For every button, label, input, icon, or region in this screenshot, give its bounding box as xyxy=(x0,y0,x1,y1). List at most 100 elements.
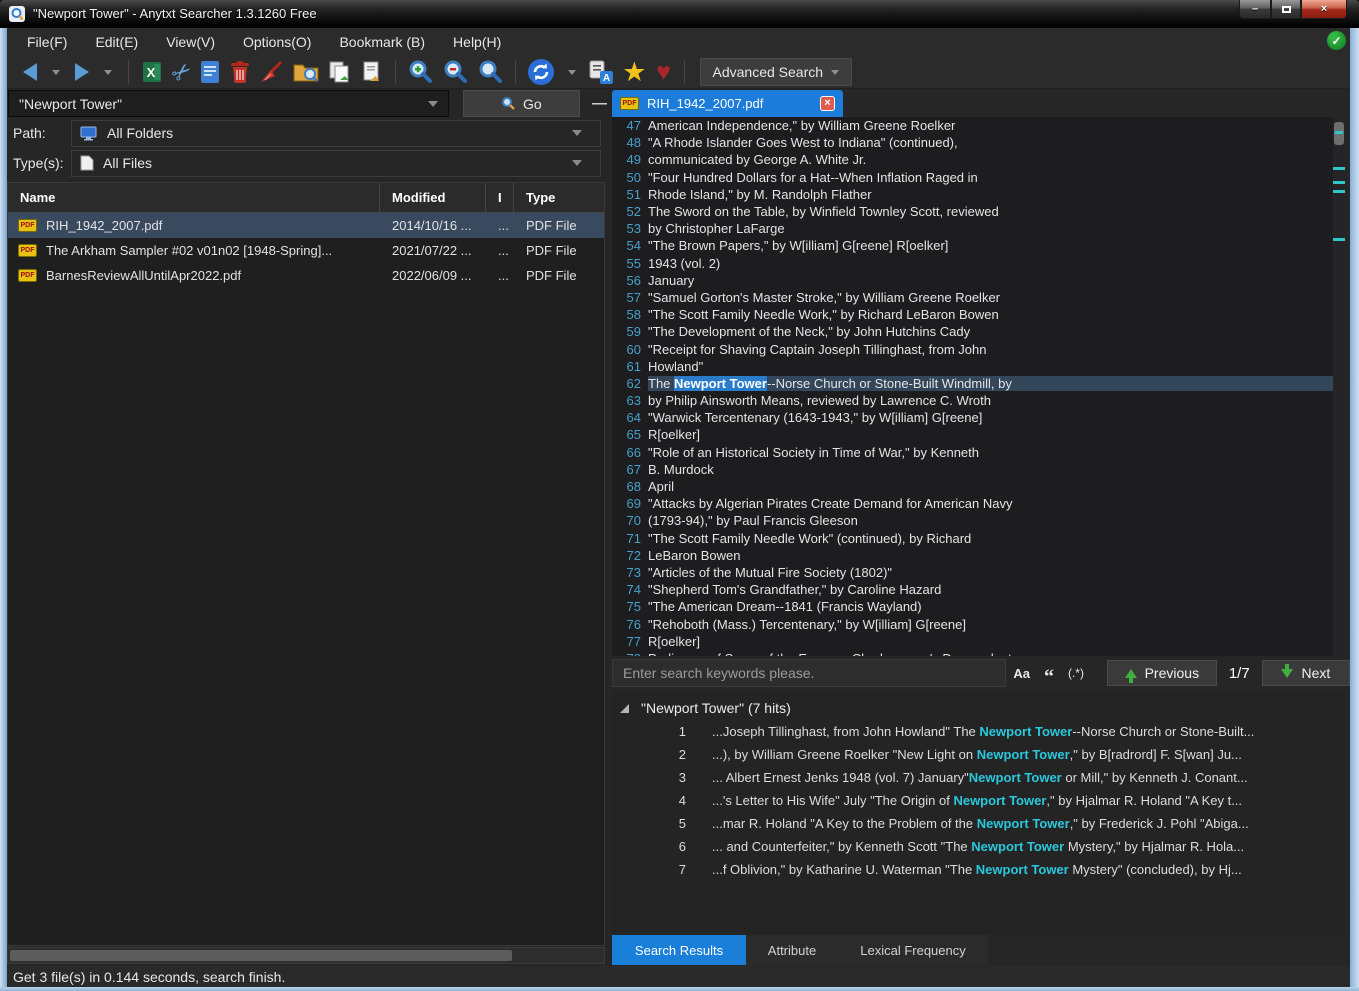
next-label: Next xyxy=(1301,665,1330,681)
donate-icon[interactable]: ♥ xyxy=(651,57,677,87)
next-button[interactable]: Next xyxy=(1262,660,1350,686)
menu-item-view[interactable]: View(V) xyxy=(154,31,227,53)
line-number: 68 xyxy=(612,479,641,494)
line-number: 62 xyxy=(612,376,641,391)
menu-item-file[interactable]: File(F) xyxy=(15,31,79,53)
result-item[interactable]: 5...mar R. Holand "A Key to the Problem … xyxy=(612,812,1345,835)
new-document-icon[interactable] xyxy=(195,57,225,87)
zoom-search-icon[interactable] xyxy=(473,57,508,87)
cut-icon[interactable]: ✂ xyxy=(168,57,195,87)
vertical-scrollbar[interactable] xyxy=(1333,117,1345,656)
match-phrase-button[interactable]: “ xyxy=(1037,664,1061,682)
close-button[interactable]: × xyxy=(1301,0,1347,19)
line-text: "Warwick Tercentenary (1643-1943," by W[… xyxy=(648,410,1333,425)
zoom-in-icon[interactable] xyxy=(403,57,438,87)
tab-close-icon[interactable]: × xyxy=(820,96,835,111)
chevron-down-icon[interactable] xyxy=(428,101,438,107)
search-match-highlight: Newport Tower xyxy=(976,862,1069,877)
result-item[interactable]: 4...'s Letter to His Wife" July "The Ori… xyxy=(612,789,1345,812)
result-item[interactable]: 7...f Oblivion," by Katharine U. Waterma… xyxy=(612,858,1345,881)
result-number: 6 xyxy=(612,839,686,854)
menu-item-edit[interactable]: Edit(E) xyxy=(83,31,150,53)
search-match-highlight: Newport Tower xyxy=(979,724,1072,739)
delete-icon[interactable] xyxy=(225,57,255,87)
expanded-triangle-icon[interactable] xyxy=(620,704,629,713)
menu-item-bookmark[interactable]: Bookmark (B) xyxy=(327,31,437,53)
file-type-cell: PDF File xyxy=(514,243,604,258)
result-item[interactable]: 6... and Counterfeiter," by Kenneth Scot… xyxy=(612,835,1345,858)
file-row[interactable]: PDFRIH_1942_2007.pdf2014/10/16 ......PDF… xyxy=(8,213,604,238)
types-combobox[interactable]: All Files xyxy=(71,150,601,177)
result-item[interactable]: 1...Joseph Tillinghast, from John Howlan… xyxy=(612,720,1345,743)
menu-item-options[interactable]: Options(O) xyxy=(231,31,323,53)
column-header-name[interactable]: Name xyxy=(8,183,380,213)
document-line: 78Pedigrees of Some of the Emperor Charl… xyxy=(612,650,1333,656)
tab-search-results[interactable]: Search Results xyxy=(612,935,746,965)
back-icon[interactable] xyxy=(17,57,43,87)
copy-icon[interactable] xyxy=(324,57,356,87)
line-number: 63 xyxy=(612,393,641,408)
file-i-cell: ... xyxy=(486,218,514,233)
document-line: 65R[oelker] xyxy=(612,426,1333,443)
line-number: 74 xyxy=(612,582,641,597)
line-number: 67 xyxy=(612,462,641,477)
document-line: 52The Sword on the Table, by Winfield To… xyxy=(612,203,1333,220)
search-query-input[interactable] xyxy=(9,96,428,112)
file-row[interactable]: PDFBarnesReviewAllUntilApr2022.pdf2022/0… xyxy=(8,263,604,288)
advanced-search-button[interactable]: Advanced Search xyxy=(700,58,853,86)
forward-icon[interactable] xyxy=(69,57,95,87)
favorite-icon[interactable]: ★ xyxy=(618,57,650,87)
chevron-down-icon[interactable] xyxy=(572,160,582,166)
types-value: All Files xyxy=(103,155,152,171)
result-number: 4 xyxy=(612,793,686,808)
menu-item-help[interactable]: Help(H) xyxy=(441,31,513,53)
minimize-button[interactable]: – xyxy=(1239,0,1271,19)
result-item[interactable]: 2...), by William Greene Roelker "New Li… xyxy=(612,743,1345,766)
path-combobox[interactable]: All Folders xyxy=(71,120,601,147)
regex-button[interactable]: (.*) xyxy=(1061,666,1091,680)
result-number: 3 xyxy=(612,770,686,785)
scrollbar-thumb[interactable] xyxy=(10,950,512,961)
scrollbar-thumb[interactable] xyxy=(1334,122,1344,145)
results-group-header[interactable]: "Newport Tower" (7 hits) xyxy=(612,690,1345,720)
paste-icon[interactable] xyxy=(356,57,388,87)
maximize-button[interactable] xyxy=(1271,0,1301,19)
search-query-combobox[interactable] xyxy=(8,90,449,117)
tab-attribute[interactable]: Attribute xyxy=(746,935,838,965)
file-type-cell: PDF File xyxy=(514,268,604,283)
horizontal-scrollbar[interactable] xyxy=(7,947,605,964)
line-text: "The Scott Family Needle Work," by Richa… xyxy=(648,307,1333,322)
line-number: 49 xyxy=(612,152,641,167)
search-match-highlight: Newport Tower xyxy=(971,839,1064,854)
zoom-out-icon[interactable] xyxy=(438,57,473,87)
match-case-button[interactable]: Aa xyxy=(1006,666,1037,681)
back-menu-icon[interactable] xyxy=(43,57,69,87)
document-preview-pane[interactable]: 47American Independence," by William Gre… xyxy=(612,117,1333,656)
column-header-modified[interactable]: Modified xyxy=(380,183,486,213)
open-folder-icon[interactable] xyxy=(289,57,324,87)
app-window: "Newport Tower" - Anytxt Searcher 1.3.12… xyxy=(0,0,1359,991)
document-tab[interactable]: PDF RIH_1942_2007.pdf × xyxy=(612,90,843,117)
translate-icon[interactable]: A xyxy=(585,57,618,87)
sync-menu-icon[interactable] xyxy=(559,57,585,87)
clean-icon[interactable] xyxy=(255,57,289,87)
pdf-file-icon: PDF xyxy=(18,244,37,257)
pane-collapse-icon[interactable]: — xyxy=(592,95,607,112)
file-row[interactable]: PDFThe Arkham Sampler #02 v01n02 [1948-S… xyxy=(8,238,604,263)
column-header-i[interactable]: I xyxy=(486,183,514,213)
column-header-type[interactable]: Type xyxy=(514,183,604,213)
line-number: 73 xyxy=(612,565,641,580)
forward-menu-icon[interactable] xyxy=(95,57,121,87)
go-button[interactable]: Go xyxy=(463,90,580,117)
line-number: 75 xyxy=(612,599,641,614)
result-item[interactable]: 3 ... Albert Ernest Jenks 1948 (vol. 7) J… xyxy=(612,766,1345,789)
chevron-down-icon[interactable] xyxy=(572,130,582,136)
result-snippet: ... Albert Ernest Jenks 1948 (vol. 7) Ja… xyxy=(712,770,1248,785)
window-border-right xyxy=(1350,28,1359,988)
previous-button[interactable]: Previous xyxy=(1107,660,1217,686)
find-keywords-input[interactable] xyxy=(612,659,1006,687)
tab-lexical-frequency[interactable]: Lexical Frequency xyxy=(838,935,988,965)
export-excel-icon[interactable]: X xyxy=(136,57,168,87)
line-number: 58 xyxy=(612,307,641,322)
sync-icon[interactable] xyxy=(523,57,559,87)
